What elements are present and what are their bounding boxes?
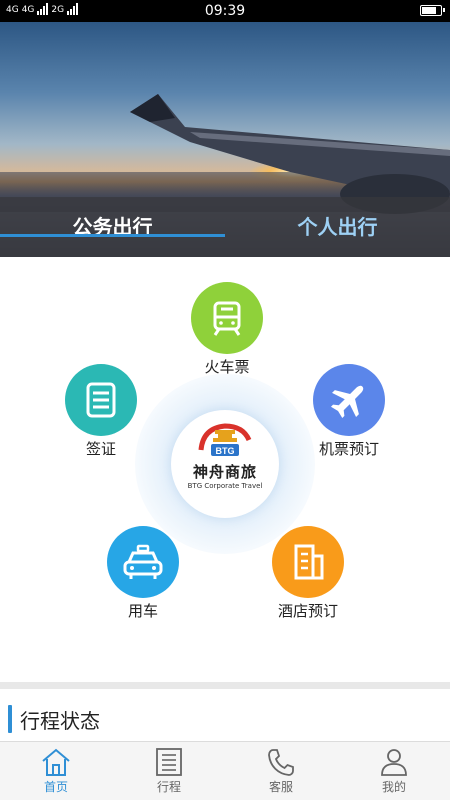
- home-icon: [42, 748, 70, 776]
- tab-personal-travel[interactable]: 个人出行: [225, 197, 450, 257]
- status-bar: 4G 4G 2G 09:39: [0, 0, 450, 22]
- btg-logo-icon: BTG: [198, 423, 252, 456]
- travel-type-tabs: 公务出行 个人出行: [0, 197, 450, 257]
- service-visa[interactable]: 签证: [51, 364, 151, 459]
- document-list-icon: [86, 382, 116, 418]
- visa-button[interactable]: [65, 364, 137, 436]
- user-icon: [381, 749, 407, 776]
- battery-icon: [420, 5, 445, 16]
- nav-itinerary[interactable]: 行程: [113, 742, 225, 800]
- clock: 09:39: [204, 3, 246, 19]
- airplane-icon: [330, 385, 364, 419]
- section-divider: [0, 682, 450, 689]
- itinerary-icon: [156, 748, 182, 776]
- nav-customer-service[interactable]: 客服: [225, 742, 337, 800]
- service-label-train[interactable]: 火车票: [177, 356, 277, 377]
- car-button[interactable]: [107, 526, 179, 598]
- service-train[interactable]: 火车票: [177, 282, 277, 377]
- logo-badge-text: BTG: [216, 446, 235, 456]
- brand-subtitle: BTG Corporate Travel: [187, 482, 263, 490]
- tab-business-travel[interactable]: 公务出行: [0, 197, 225, 257]
- trip-status-header: 行程状态: [0, 689, 450, 741]
- taxi-icon: [123, 544, 163, 579]
- nav-profile[interactable]: 我的: [338, 742, 450, 800]
- brand-logo: BTG 神舟商旅 BTG Corporate Travel: [171, 410, 279, 518]
- service-flight[interactable]: 机票预订: [299, 364, 399, 459]
- service-label-car[interactable]: 用车: [93, 600, 193, 621]
- service-ring: BTG 神舟商旅 BTG Corporate Travel 火车票 签证 机票预…: [0, 260, 450, 682]
- section-accent-bar: [8, 705, 12, 733]
- nav-home[interactable]: 首页: [0, 742, 112, 800]
- flight-button[interactable]: [313, 364, 385, 436]
- train-button[interactable]: [191, 282, 263, 354]
- service-car[interactable]: 用车: [93, 526, 193, 621]
- trip-status-title: 行程状态: [20, 709, 100, 733]
- hotel-button[interactable]: [272, 526, 344, 598]
- nav-label-itinerary[interactable]: 行程: [113, 778, 225, 795]
- service-label-hotel[interactable]: 酒店预订: [258, 600, 358, 621]
- phone-icon: [268, 749, 294, 776]
- hero-banner: 公务出行 个人出行: [0, 22, 450, 257]
- active-tab-indicator: [0, 234, 225, 237]
- brand-name: 神舟商旅: [192, 463, 257, 481]
- service-hotel[interactable]: 酒店预订: [258, 526, 358, 621]
- building-icon: [294, 544, 324, 580]
- nav-label-customer-service[interactable]: 客服: [225, 778, 337, 795]
- bottom-nav: 首页 行程 客服 我的: [0, 741, 450, 800]
- nav-label-home[interactable]: 首页: [0, 778, 112, 795]
- train-icon: [213, 301, 241, 336]
- service-label-flight[interactable]: 机票预订: [299, 438, 399, 459]
- nav-label-profile[interactable]: 我的: [338, 778, 450, 795]
- service-label-visa[interactable]: 签证: [51, 438, 151, 459]
